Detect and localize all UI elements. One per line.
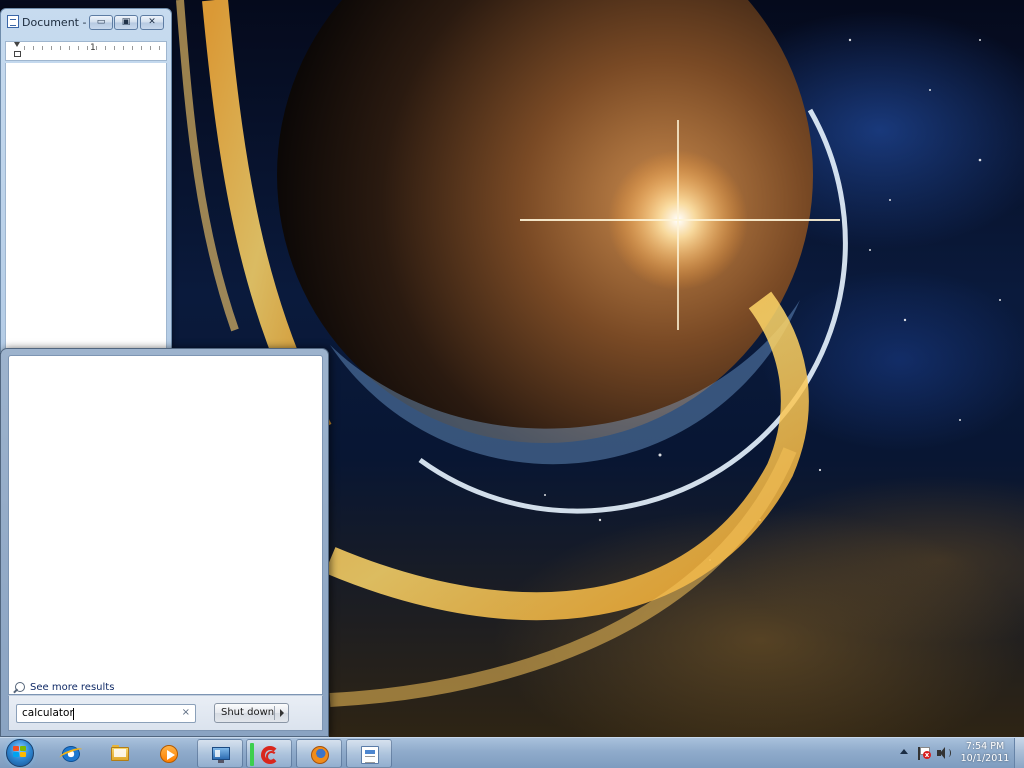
maximize-button[interactable]: ▣	[114, 15, 138, 30]
document-app-icon[interactable]	[7, 15, 19, 28]
progress-indicator	[250, 743, 254, 766]
taskbar-ccleaner[interactable]	[246, 739, 292, 768]
clear-search-icon[interactable]: ×	[182, 707, 190, 718]
windows-logo-icon	[13, 746, 27, 759]
close-button[interactable]: ✕	[140, 15, 164, 30]
start-button[interactable]	[4, 738, 36, 768]
ccleaner-icon	[261, 746, 279, 764]
taskbar-wordpad[interactable]	[346, 739, 392, 768]
start-search-input[interactable]: calculator ×	[16, 704, 196, 723]
taskbar-media-player[interactable]	[146, 739, 192, 768]
media-player-icon	[160, 745, 178, 763]
folder-icon	[111, 745, 129, 763]
clock-time: 7:54 PM	[965, 741, 1005, 752]
taskbar: x 7:54 PM 10/1/2011	[0, 737, 1024, 768]
remote-desktop-icon	[212, 746, 230, 764]
ruler-number: 1	[90, 43, 96, 53]
minimize-button[interactable]: ▭	[89, 15, 113, 30]
wordpad-icon	[361, 746, 379, 764]
see-more-results-link[interactable]: See more results	[15, 679, 114, 695]
text-cursor	[73, 708, 74, 720]
volume-icon[interactable]	[937, 747, 951, 759]
search-icon	[15, 682, 25, 692]
document-window[interactable]: Document - ... ▭ ▣ ✕ 1	[0, 8, 172, 353]
shut-down-separator	[274, 706, 275, 720]
left-indent-icon[interactable]	[14, 51, 21, 57]
shut-down-label: Shut down	[221, 707, 275, 718]
start-menu: See more results calculator × Shut down	[0, 348, 329, 737]
search-query: calculator	[22, 707, 74, 719]
action-center-flag-icon[interactable]: x	[918, 747, 931, 760]
clock-date: 10/1/2011	[960, 753, 1010, 764]
firefox-icon	[311, 746, 329, 764]
taskbar-windows-explorer[interactable]	[97, 739, 143, 768]
taskbar-internet-explorer[interactable]	[48, 739, 94, 768]
shut-down-button[interactable]: Shut down	[214, 703, 289, 723]
document-page[interactable]	[5, 63, 167, 353]
ruler[interactable]: 1	[5, 41, 167, 61]
taskbar-remote-desktop[interactable]	[197, 739, 243, 768]
see-more-results-label: See more results	[30, 681, 115, 693]
show-hidden-icons-icon[interactable]	[900, 749, 908, 754]
internet-explorer-icon	[58, 745, 84, 763]
taskbar-firefox[interactable]	[296, 739, 342, 768]
search-results-pane: See more results	[8, 355, 323, 695]
document-titlebar[interactable]: Document - ... ▭ ▣ ✕	[1, 9, 171, 35]
shut-down-options-arrow-icon[interactable]	[280, 709, 284, 717]
start-menu-bottom-bar: calculator × Shut down	[8, 695, 323, 731]
clock[interactable]: 7:54 PM 10/1/2011	[957, 741, 1013, 765]
show-desktop-button[interactable]	[1014, 738, 1024, 768]
